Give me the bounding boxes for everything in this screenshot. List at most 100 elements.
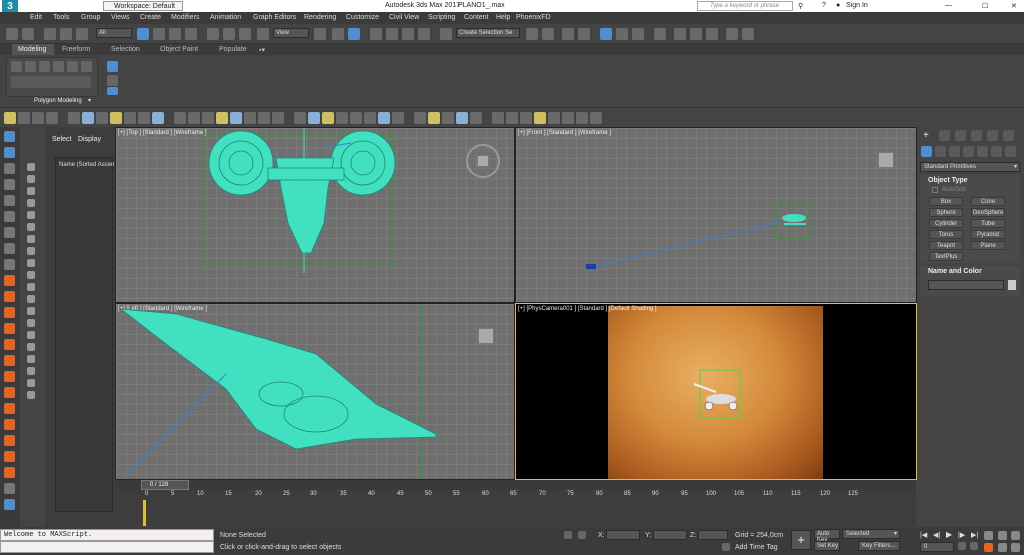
toggle-scene-explorer-icon[interactable]: [562, 28, 574, 40]
maxscript-input[interactable]: [0, 541, 214, 553]
y-coordinate-field[interactable]: [653, 530, 687, 540]
menu-tools[interactable]: Tools: [53, 14, 69, 21]
filter-icon[interactable]: [27, 391, 35, 399]
hedra-create-icon[interactable]: [152, 112, 164, 124]
viewport-left[interactable]: [+] [Left ] [Standard ] [Wireframe ]: [115, 303, 515, 480]
select-manipulate-icon[interactable]: [332, 28, 344, 40]
display-frozen-icon[interactable]: [27, 295, 35, 303]
select-children-icon[interactable]: [27, 379, 35, 387]
cloth-icon[interactable]: [520, 112, 532, 124]
explorer-tab-select[interactable]: Select: [52, 136, 71, 143]
display-tab-icon[interactable]: [987, 130, 998, 141]
ocean-icon[interactable]: [4, 339, 15, 350]
space-warps-icon[interactable]: [991, 146, 1002, 157]
display-influences-icon[interactable]: [27, 355, 35, 363]
lights-icon[interactable]: [949, 146, 960, 157]
viewport-front[interactable]: [+] [Front ] [Standard ] [Wireframe ]: [515, 127, 917, 303]
display-containers-icon[interactable]: [27, 283, 35, 291]
viewcube-icon[interactable]: [478, 328, 494, 344]
menu-create[interactable]: Create: [140, 14, 161, 21]
pause-vertical-icon[interactable]: [4, 227, 15, 238]
motion-tab-icon[interactable]: [971, 130, 982, 141]
display-groups-icon[interactable]: [27, 247, 35, 255]
zoom-all-icon[interactable]: [998, 531, 1007, 540]
torus-create-icon[interactable]: [110, 112, 122, 124]
vertex-icon[interactable]: [25, 61, 36, 72]
tab-populate[interactable]: Populate: [219, 46, 247, 53]
create-tab-icon[interactable]: +: [923, 130, 929, 141]
tab-object-paint[interactable]: Object Paint: [160, 46, 198, 53]
tube-button[interactable]: Tube: [971, 219, 1005, 228]
field-of-view-icon[interactable]: [984, 543, 993, 552]
set-key-button[interactable]: Set Key: [814, 541, 840, 551]
border-icon[interactable]: [53, 61, 64, 72]
teapot-button[interactable]: Teapot: [929, 241, 963, 250]
snaps-toggle-icon[interactable]: [370, 28, 382, 40]
display-cameras-icon[interactable]: [27, 211, 35, 219]
orbit-icon[interactable]: [1011, 543, 1020, 552]
menu-modifiers[interactable]: Modifiers: [171, 14, 199, 21]
sign-in-link[interactable]: Sign In: [846, 2, 868, 9]
display-xrefs-icon[interactable]: [27, 259, 35, 267]
plane-button[interactable]: Plane: [971, 241, 1005, 250]
viewport-camera[interactable]: [+] [PhysCamera001 ] [Standard ] [Defaul…: [515, 303, 917, 480]
cache-icon[interactable]: [4, 451, 15, 462]
absolute-mode-icon[interactable]: [578, 531, 586, 539]
render-icon[interactable]: [456, 112, 468, 124]
ribbon-extra-icon[interactable]: [107, 87, 118, 95]
hose-create-icon[interactable]: [188, 112, 200, 124]
menu-rendering[interactable]: Rendering: [304, 14, 336, 21]
cone-button[interactable]: Cone: [971, 197, 1005, 206]
display-all-icon[interactable]: [27, 319, 35, 327]
gravity-icon[interactable]: [378, 112, 390, 124]
minimize-icon[interactable]: —: [945, 2, 952, 9]
selection-set-dropdown[interactable]: Selected ▾: [842, 529, 900, 539]
geosphere-button[interactable]: GeoSphere: [971, 208, 1005, 217]
maximize-icon[interactable]: ☐: [982, 2, 988, 10]
export-icon[interactable]: [4, 435, 15, 446]
pyramid-create-icon[interactable]: [96, 112, 108, 124]
percent-snap-icon[interactable]: [402, 28, 414, 40]
fire-source-icon[interactable]: [4, 275, 15, 286]
display-dependents-icon[interactable]: [27, 367, 35, 375]
preview-icon[interactable]: [4, 419, 15, 430]
edit-named-selection-icon[interactable]: [440, 28, 452, 40]
edit-poly-pin-icon[interactable]: [107, 61, 118, 72]
play-icon[interactable]: ▶: [946, 530, 952, 539]
particles-icon[interactable]: [392, 112, 404, 124]
display-bones-icon[interactable]: [27, 271, 35, 279]
go-to-start-icon[interactable]: |◀: [920, 531, 927, 539]
delete-vertical-icon[interactable]: [4, 259, 15, 270]
systems-icon[interactable]: [1005, 146, 1016, 157]
viewcube-icon[interactable]: [878, 152, 894, 168]
sun-light-icon[interactable]: [230, 112, 242, 124]
invert-display-icon[interactable]: [27, 331, 35, 339]
free-camera-icon[interactable]: [258, 112, 270, 124]
modify-tab-icon[interactable]: [939, 130, 950, 141]
helper-vertical-icon[interactable]: [4, 483, 15, 494]
tape-helper-icon[interactable]: [308, 112, 320, 124]
reference-coordinate-dropdown[interactable]: View: [273, 28, 309, 38]
zoom-icon[interactable]: [984, 531, 993, 540]
grid-view-icon[interactable]: [4, 499, 15, 510]
key-filters-button[interactable]: Key Filters...: [858, 541, 900, 551]
hierarchy-tab-icon[interactable]: [955, 130, 966, 141]
display-none-icon[interactable]: [27, 163, 35, 171]
fire-sim-icon[interactable]: [4, 291, 15, 302]
cylinder-create-icon[interactable]: [68, 112, 80, 124]
wind-icon[interactable]: [364, 112, 376, 124]
cylinder-button[interactable]: Cylinder: [929, 219, 963, 228]
bind-space-warp-icon[interactable]: [76, 28, 88, 40]
display-shapes-icon[interactable]: [27, 187, 35, 195]
helper-point-icon[interactable]: [294, 112, 306, 124]
splash-icon[interactable]: [4, 371, 15, 382]
schematic-view-icon[interactable]: [632, 28, 644, 40]
rendered-frame-window-icon[interactable]: [690, 28, 702, 40]
phoenix-fire-icon-1[interactable]: [4, 163, 15, 174]
pivot-center-icon[interactable]: [314, 28, 326, 40]
element-icon[interactable]: [81, 61, 92, 72]
redo-icon[interactable]: [22, 28, 34, 40]
menu-group[interactable]: Group: [81, 14, 100, 21]
close-icon[interactable]: ✕: [1011, 2, 1017, 10]
angle-snap-icon[interactable]: [386, 28, 398, 40]
